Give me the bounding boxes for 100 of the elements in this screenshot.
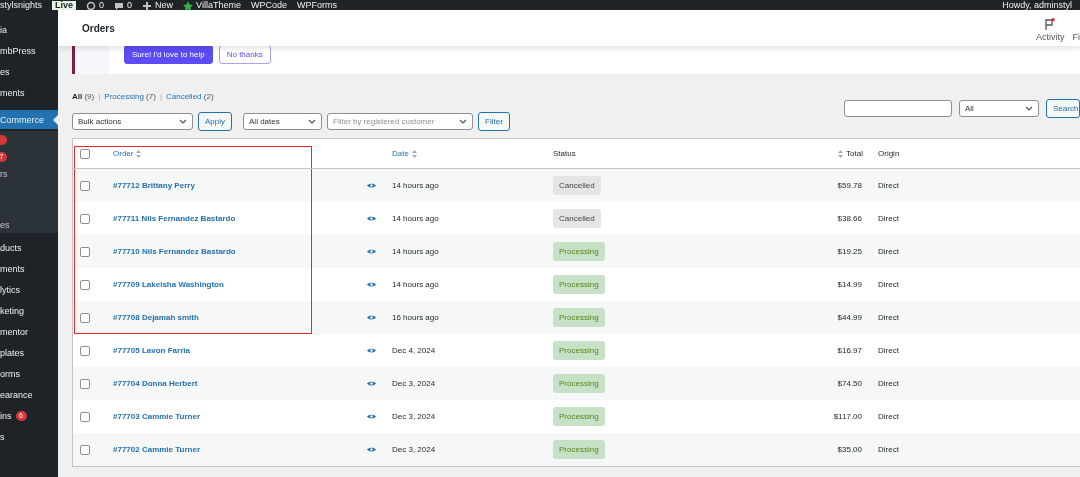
row-checkbox[interactable] — [80, 279, 90, 290]
apply-button[interactable]: Apply — [198, 112, 232, 131]
eye-icon — [367, 216, 376, 221]
menu-item[interactable]: es — [0, 61, 58, 82]
toolbar-link[interactable]: WPForms — [296, 1, 337, 10]
total-cell: $35.00 — [837, 445, 863, 454]
origin-cell-text: Direct — [877, 181, 900, 190]
column-header[interactable]: Order — [113, 149, 367, 158]
order-link[interactable]: #77708 Dejamah smith — [113, 313, 367, 322]
date-cell-text: Dec 4, 2024 — [392, 346, 437, 355]
menu-item[interactable]: ments — [0, 258, 58, 279]
menu-item[interactable]: plates — [0, 342, 58, 363]
order-link[interactable]: #77703 Cammie Turner — [113, 412, 367, 421]
eye-icon — [367, 414, 376, 419]
total-cell: $38.66 — [837, 214, 863, 223]
menu-item[interactable]: orms — [0, 363, 58, 384]
updates-link[interactable]: 0 — [86, 1, 105, 10]
plugin-link[interactable]: VillaTheme — [183, 1, 241, 10]
status-view-link[interactable]: Cancelled (2) — [165, 91, 214, 101]
status-badge: Processing — [553, 407, 605, 426]
status-badge: Cancelled — [553, 209, 601, 228]
menu-item[interactable]: lytics — [0, 279, 58, 300]
status-view-link[interactable]: All (9) — [72, 91, 95, 101]
total-cell: $117.00 — [833, 412, 863, 421]
caret-icon — [1025, 106, 1033, 111]
column-header[interactable]: Total — [838, 149, 863, 158]
submenu-item[interactable]: es — [0, 216, 58, 233]
site-name-link[interactable]: stylsnights — [0, 1, 43, 10]
date-cell-text: Dec 3, 2024 — [392, 379, 437, 388]
status-view-link[interactable]: Processing (7) — [104, 91, 156, 101]
menu-item[interactable]: mentor — [0, 321, 58, 342]
menu-item[interactable]: mbPress — [0, 40, 58, 61]
column-header[interactable]: Date — [392, 149, 553, 158]
menu-item[interactable]: keting — [0, 300, 58, 321]
menu-item[interactable]: ducts — [0, 237, 58, 258]
filter-button[interactable]: Filter — [478, 112, 510, 131]
row-checkbox[interactable] — [80, 411, 90, 422]
flag-icon — [1044, 18, 1056, 30]
row-checkbox[interactable] — [80, 180, 90, 191]
total-cell: $16.97 — [837, 346, 863, 355]
order-link[interactable]: #77705 Lavon Farria — [113, 346, 367, 355]
row-checkbox[interactable] — [80, 345, 90, 356]
page-title: Orders — [82, 22, 116, 34]
new-link[interactable]: New — [142, 1, 174, 10]
total-cell: $59.78 — [837, 181, 863, 190]
menu-item[interactable]: Commerce — [0, 110, 58, 129]
select-all-checkbox[interactable] — [80, 148, 90, 159]
total-cell: $44.99 — [837, 313, 863, 322]
date-cell-text: 14 hours ago — [392, 181, 440, 190]
origin-cell-text: Direct — [877, 313, 900, 322]
row-checkbox[interactable] — [80, 246, 90, 257]
origin-cell-text: Direct — [877, 280, 900, 289]
total-cell: $14.99 — [837, 280, 863, 289]
activity-button[interactable]: Activity — [1036, 18, 1065, 42]
refresh-icon — [86, 0, 97, 10]
menu-item[interactable]: ments — [0, 82, 58, 103]
toolbar-button[interactable]: Fi — [1072, 18, 1080, 42]
order-link[interactable]: #77704 Donna Herbert — [113, 379, 367, 388]
row-checkbox[interactable] — [80, 378, 90, 389]
row-checkbox[interactable] — [80, 444, 90, 455]
search-button[interactable]: Search — [1046, 99, 1080, 118]
date-cell-text: 14 hours ago — [392, 214, 440, 223]
column-header: Origin — [877, 149, 901, 158]
origin-cell-text: Direct — [877, 379, 900, 388]
order-link[interactable]: #77702 Cammie Turner — [113, 445, 367, 454]
date-select[interactable]: All dates — [243, 113, 322, 130]
eye-icon — [367, 282, 376, 287]
order-link[interactable]: #77712 Brittany Perry — [113, 181, 367, 190]
comments-link[interactable]: 0 — [114, 1, 133, 10]
row-checkbox[interactable] — [80, 312, 90, 323]
live-badge: Live — [52, 1, 77, 10]
scope-select[interactable]: All — [959, 100, 1039, 117]
search-field[interactable] — [844, 100, 952, 117]
origin-cell-text: Direct — [877, 214, 900, 223]
origin-cell-text: Direct — [877, 445, 900, 454]
order-link[interactable]: #77710 Nils Fernandez Bastardo — [113, 247, 367, 256]
submenu-item[interactable]: rs — [0, 165, 58, 182]
eye-icon — [367, 249, 376, 254]
eye-icon — [367, 183, 376, 188]
menu-item[interactable]: ia — [0, 19, 58, 40]
help-button[interactable]: Sure! I'd love to help — [124, 44, 213, 64]
plus-icon — [142, 0, 153, 10]
submenu-item[interactable] — [0, 131, 58, 148]
toolbar-link[interactable]: WPCode — [250, 1, 287, 10]
customer-select[interactable]: Filter by registered customer — [327, 113, 473, 130]
status-badge: Processing — [553, 275, 605, 294]
status-badge: Processing — [553, 374, 605, 393]
total-cell: $74.50 — [837, 379, 863, 388]
order-link[interactable]: #77709 Lakeisha Washington — [113, 280, 367, 289]
eye-icon — [367, 348, 376, 353]
order-link[interactable]: #77711 Nils Fernandez Bastardo — [113, 214, 367, 223]
total-cell: $19.25 — [837, 247, 863, 256]
menu-item[interactable]: s — [0, 426, 58, 447]
sort-icon — [136, 149, 142, 158]
menu-item[interactable]: earance — [0, 384, 58, 405]
row-checkbox[interactable] — [80, 213, 90, 224]
greeting-text[interactable]: Howdy, adminstyl — [1002, 1, 1072, 10]
date-cell-text: Dec 3, 2024 — [392, 412, 437, 421]
eye-icon — [367, 381, 376, 386]
bulk-actions-select[interactable]: Bulk actions — [72, 113, 193, 130]
